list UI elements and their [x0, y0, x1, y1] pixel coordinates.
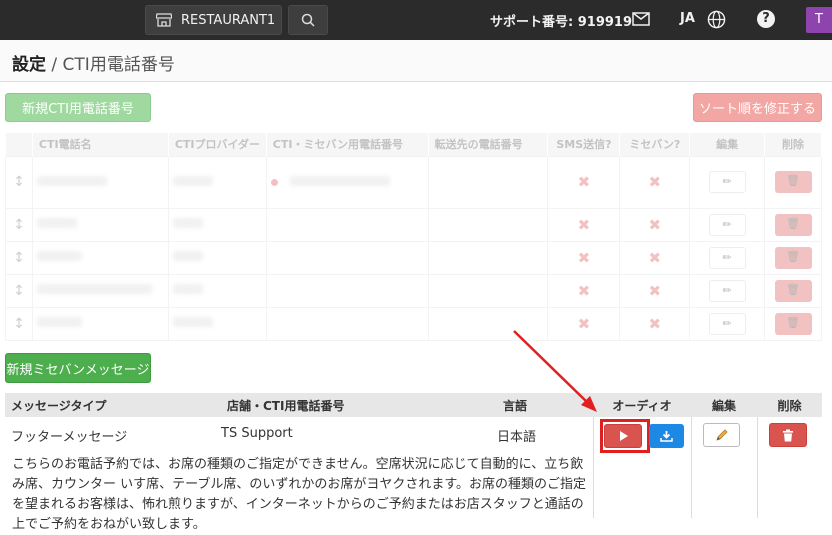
redacted-text [172, 317, 213, 327]
highlight-box [600, 419, 650, 453]
sms-cross-icon: ✖ [577, 248, 591, 267]
column-header: CTI電話名 [32, 133, 169, 156]
language-label[interactable]: JA [680, 11, 695, 26]
misebang-cross-icon: ✖ [648, 248, 662, 267]
new-cti-number-button[interactable]: 新規CTI用電話番号 [5, 93, 151, 122]
sms-cross-icon: ✖ [577, 173, 591, 191]
table-row: ↕ ✖ ✖ ✏ 🗑 [5, 207, 822, 242]
sms-cross-icon: ✖ [577, 314, 591, 333]
delete-button[interactable]: 🗑 [774, 171, 812, 193]
delete-button[interactable]: 🗑 [774, 312, 812, 335]
redacted-text [36, 317, 82, 327]
avatar[interactable]: T [806, 7, 832, 33]
redacted-text [289, 175, 390, 186]
breadcrumb-current: CTI用電話番号 [62, 55, 175, 75]
table-row: ↕ ✖ ✖ ✏ 🗑 [5, 273, 822, 308]
top-navbar: RESTAURANT1 サポート番号: 919919 JA ? T [0, 0, 832, 40]
column-header: 店舗・CTI用電話番号 [221, 393, 497, 417]
column-header: メッセージタイプ [5, 393, 221, 417]
download-audio-button[interactable] [649, 424, 684, 448]
breadcrumb-settings[interactable]: 設定 [12, 55, 46, 75]
column-header: ミセバン? [619, 133, 691, 156]
trash-icon [783, 429, 793, 441]
table-row: ↕ ✖ ✖ ✏ 🗑 [5, 155, 822, 209]
misebang-cross-icon: ✖ [648, 215, 662, 234]
column-header: 削除 [757, 393, 822, 417]
misebang-cross-icon: ✖ [648, 173, 662, 191]
drag-handle-icon[interactable]: ↕ [13, 174, 25, 190]
column-header: CTIプロバイダー [168, 133, 267, 156]
delete-button[interactable]: 🗑 [774, 279, 812, 302]
redacted-text [36, 175, 107, 186]
sms-cross-icon: ✖ [577, 215, 591, 234]
column-header: オーディオ [593, 393, 691, 417]
help-icon[interactable]: ? [757, 10, 775, 28]
sms-cross-icon: ✖ [577, 281, 591, 300]
column-header: 編集 [689, 133, 766, 156]
drag-column-header [5, 133, 33, 156]
edit-button[interactable]: ✏ [708, 279, 746, 302]
drag-handle-icon[interactable]: ↕ [13, 250, 25, 266]
cti-number-table: CTI電話名 CTIプロバイダー CTI・ミセバン用電話番号 転送先の電話番号 … [5, 133, 822, 341]
new-misebang-message-button[interactable]: 新規ミセバンメッセージ [5, 353, 151, 383]
delete-button[interactable]: 🗑 [774, 213, 812, 236]
store-name: RESTAURANT1 [181, 12, 276, 28]
redacted-text [36, 284, 152, 294]
mail-icon[interactable] [632, 12, 650, 26]
redacted-text [172, 251, 203, 261]
drag-handle-icon[interactable]: ↕ [13, 217, 25, 233]
globe-icon[interactable] [707, 10, 726, 29]
table-row: ↕ ✖ ✖ ✏ 🗑 [5, 306, 822, 341]
redacted-text [36, 251, 82, 261]
redacted-text [172, 175, 213, 186]
search-icon [301, 13, 315, 27]
delete-button[interactable] [769, 423, 807, 447]
edit-button[interactable]: ✏ [708, 312, 746, 335]
delete-button[interactable]: 🗑 [774, 246, 812, 269]
breadcrumb-separator: / [46, 55, 63, 75]
search-button[interactable] [288, 5, 328, 35]
misebang-cross-icon: ✖ [648, 314, 662, 333]
column-header: 削除 [764, 133, 822, 156]
column-header: 編集 [691, 393, 757, 417]
column-header: CTI・ミセバン用電話番号 [266, 133, 429, 156]
status-dot-icon [270, 179, 278, 186]
misebang-cross-icon: ✖ [648, 281, 662, 300]
table-row: ↕ ✖ ✖ ✏ 🗑 [5, 240, 822, 275]
page-title: 設定 / CTI用電話番号 [12, 50, 175, 75]
redacted-text [36, 218, 77, 228]
drag-handle-icon[interactable]: ↕ [13, 283, 25, 299]
store-icon [156, 13, 172, 27]
redacted-text [172, 284, 203, 294]
column-header: 言語 [497, 393, 593, 417]
edit-button[interactable] [703, 423, 740, 447]
drag-handle-icon[interactable]: ↕ [13, 316, 25, 332]
column-header: 転送先の電話番号 [428, 133, 549, 156]
redacted-text [172, 218, 203, 228]
support-number: サポート番号: 919919 [490, 15, 632, 30]
store-selector-button[interactable]: RESTAURANT1 [145, 5, 282, 35]
message-body: こちらのお電話予約では、お席の種類のご指定ができません。空席状況に応じて自動的に… [12, 457, 587, 532]
column-header: SMS送信? [547, 133, 621, 156]
download-icon [660, 431, 673, 442]
fix-sort-order-button[interactable]: ソート順を修正する [693, 93, 822, 122]
edit-button[interactable]: ✏ [708, 171, 746, 193]
edit-button[interactable]: ✏ [708, 246, 746, 269]
pencil-icon [715, 429, 728, 441]
edit-button[interactable]: ✏ [708, 213, 746, 236]
page-header: 設定 / CTI用電話番号 [0, 40, 832, 82]
